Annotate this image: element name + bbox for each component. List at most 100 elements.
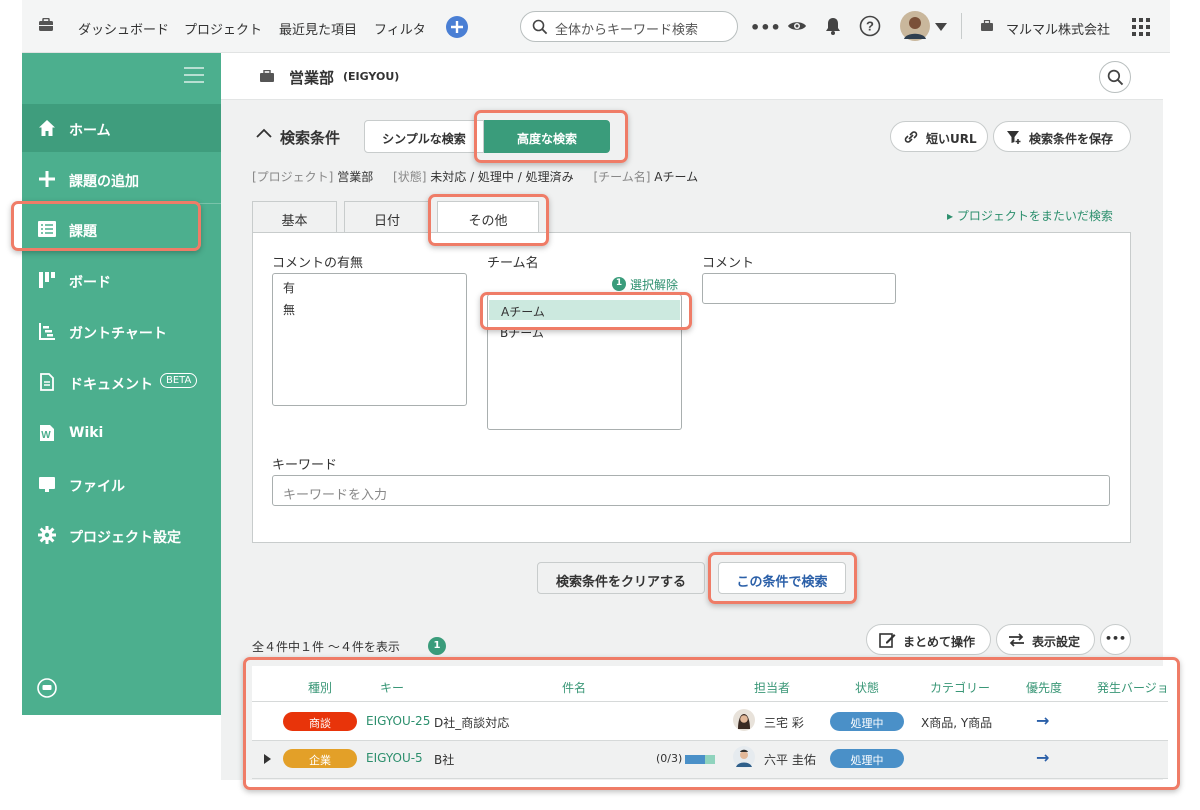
sidebar-item-add-issue[interactable]: 課題の追加 xyxy=(22,155,221,203)
short-url-label: 短いURL xyxy=(926,132,977,146)
comment-presence-select[interactable]: 有 無 xyxy=(272,273,467,406)
sidebar-item-board[interactable]: ボード xyxy=(22,256,221,304)
filter-save-icon xyxy=(1006,129,1022,145)
summary-key: [チーム名] xyxy=(593,170,651,184)
bulk-edit-label: まとめて操作 xyxy=(903,635,976,649)
swap-icon xyxy=(1008,632,1025,648)
comment-presence-label: コメントの有無 xyxy=(272,256,364,271)
nav-filter[interactable]: フィルタ xyxy=(374,19,426,38)
sidebar-item-label: 課題の追加 xyxy=(69,174,139,190)
collapse-chevron-icon[interactable] xyxy=(256,128,272,138)
save-search-label: 検索条件を保存 xyxy=(1029,132,1114,146)
home-icon xyxy=(38,119,56,137)
more-icon[interactable]: ••• xyxy=(750,18,781,37)
display-settings-label: 表示設定 xyxy=(1032,635,1081,649)
briefcase-icon[interactable] xyxy=(38,18,54,32)
highlight-advanced xyxy=(474,110,628,163)
summary-key: [プロジェクト] xyxy=(252,170,334,184)
display-settings-button[interactable]: 表示設定 xyxy=(996,624,1095,655)
highlight-team-a xyxy=(480,292,692,330)
eye-icon[interactable] xyxy=(787,18,807,34)
sidebar-item-documents[interactable]: ドキュメント BETA xyxy=(22,358,221,406)
highlight-results-table xyxy=(243,657,1180,790)
svg-text:W: W xyxy=(41,430,51,441)
wiki-icon: W xyxy=(38,424,56,442)
summary-value: 未対応 / 処理中 / 処理済み xyxy=(430,170,574,184)
project-header: 営業部 (EIGYOU) xyxy=(221,53,1163,100)
beta-badge: BETA xyxy=(160,373,198,388)
bulk-edit-button[interactable]: まとめて操作 xyxy=(866,624,991,655)
search-summary: [プロジェクト] 営業部 [状態] 未対応 / 処理中 / 処理済み [チーム名… xyxy=(252,168,698,185)
divider xyxy=(961,13,962,39)
highlight-issues xyxy=(11,201,201,251)
sidebar-item-label: プロジェクト設定 xyxy=(69,530,181,546)
option-yes[interactable]: 有 xyxy=(283,279,295,296)
sidebar-item-label: Wiki xyxy=(69,425,104,441)
search-icon-button[interactable] xyxy=(1099,61,1131,93)
gantt-icon xyxy=(38,322,56,340)
nav-dashboard[interactable]: ダッシュボード xyxy=(78,19,169,38)
cross-project-search-link[interactable]: ▸ プロジェクトをまたいだ検索 xyxy=(947,207,1113,224)
sidebar-item-gantt[interactable]: ガントチャート xyxy=(22,307,221,355)
simple-search-button[interactable]: シンプルな検索 xyxy=(364,120,484,153)
help-icon[interactable]: ? xyxy=(859,15,881,37)
sidebar-item-label: ホーム xyxy=(69,123,111,139)
sidebar-item-project-settings[interactable]: プロジェクト設定 xyxy=(22,511,221,559)
board-icon xyxy=(38,271,56,289)
project-name[interactable]: 営業部 xyxy=(289,67,334,88)
edit-icon xyxy=(879,631,896,648)
nav-recent[interactable]: 最近見た項目 xyxy=(279,19,357,38)
highlight-other-tab xyxy=(428,194,549,246)
gear-icon xyxy=(38,526,56,544)
sidebar: ホーム 課題の追加 課題 ボード ガントチャート ドキュメント BETA W W… xyxy=(22,53,221,715)
sidebar-item-home[interactable]: ホーム xyxy=(22,104,221,152)
comment-input[interactable] xyxy=(702,273,896,304)
chevron-down-icon[interactable] xyxy=(935,23,947,31)
document-icon xyxy=(38,373,56,391)
keyword-label: キーワード xyxy=(272,458,338,473)
keyword-input[interactable]: キーワードを入力 xyxy=(272,475,1110,506)
user-avatar[interactable] xyxy=(900,11,930,41)
nav-projects[interactable]: プロジェクト xyxy=(184,19,262,38)
svg-text:?: ? xyxy=(866,19,874,34)
sidebar-item-label: ボード xyxy=(69,275,111,291)
menu-toggle-icon[interactable] xyxy=(184,67,204,83)
organization-icon xyxy=(980,20,994,32)
add-plus-icon[interactable] xyxy=(445,15,469,39)
apps-grid-icon[interactable] xyxy=(1132,18,1150,36)
search-icon xyxy=(532,19,548,35)
bell-icon[interactable] xyxy=(824,16,842,36)
sidebar-item-files[interactable]: ファイル xyxy=(22,460,221,508)
search-conditions-title: 検索条件 xyxy=(280,129,341,147)
save-search-button[interactable]: 検索条件を保存 xyxy=(993,121,1131,152)
keyword-placeholder: キーワードを入力 xyxy=(283,488,388,503)
sidebar-item-label: ガントチャート xyxy=(69,326,167,342)
sidebar-item-wiki[interactable]: W Wiki xyxy=(22,409,221,457)
sidebar-item-label: ファイル xyxy=(69,479,125,495)
clear-selection-link[interactable]: 選択解除 xyxy=(630,276,678,293)
chat-icon[interactable] xyxy=(37,678,57,698)
team-label: チーム名 xyxy=(487,256,539,271)
link-icon xyxy=(903,129,919,145)
option-no[interactable]: 無 xyxy=(283,301,295,318)
comment-label: コメント xyxy=(702,256,755,271)
summary-value: 営業部 xyxy=(337,170,374,184)
filter-count-badge: 1 xyxy=(428,637,446,655)
tab-basic[interactable]: 基本 xyxy=(252,201,337,233)
top-bar: ダッシュボード プロジェクト 最近見た項目 フィルタ 全体からキーワード検索 •… xyxy=(22,0,1170,53)
results-count: 全４件中１件 ～４件を表示 xyxy=(252,640,400,654)
global-search-input[interactable]: 全体からキーワード検索 xyxy=(520,11,738,42)
sidebar-item-label: ドキュメント xyxy=(69,377,153,393)
clear-conditions-button[interactable]: 検索条件をクリアする xyxy=(537,562,705,594)
more-options-icon[interactable]: ••• xyxy=(1100,624,1131,655)
search-placeholder: 全体からキーワード検索 xyxy=(555,23,699,38)
summary-key: [状態] xyxy=(393,170,427,184)
folder-icon xyxy=(38,475,56,493)
project-key: (EIGYOU) xyxy=(343,70,400,83)
tab-date[interactable]: 日付 xyxy=(344,201,430,233)
plus-icon xyxy=(38,170,56,188)
summary-value: Aチーム xyxy=(654,170,699,184)
short-url-button[interactable]: 短いURL xyxy=(890,121,988,152)
highlight-search-button xyxy=(708,552,857,604)
organization-name[interactable]: マルマル株式会社 xyxy=(1006,19,1110,38)
